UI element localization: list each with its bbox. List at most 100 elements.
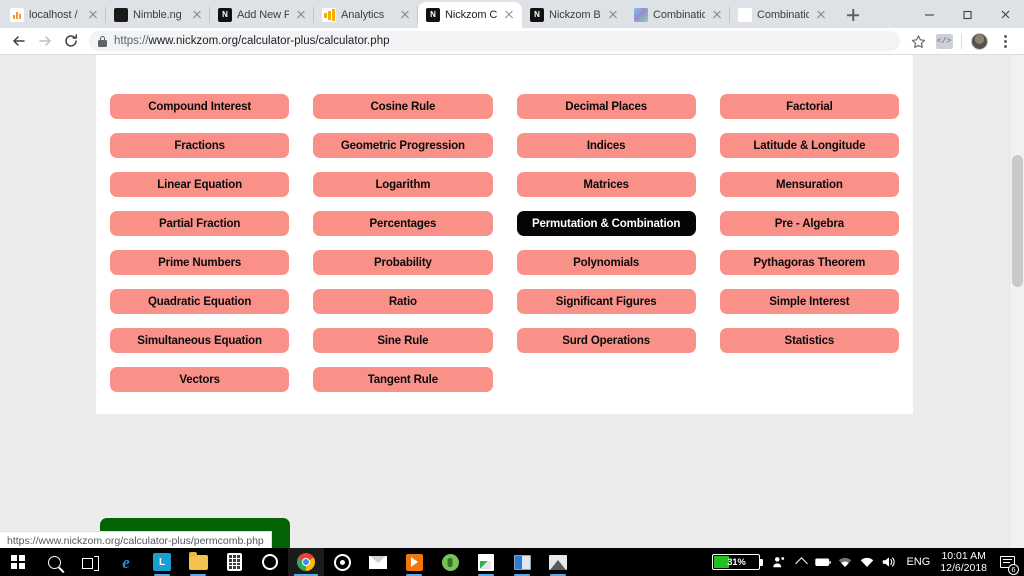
analytics-icon [322,8,336,22]
scrollbar-thumb[interactable] [1012,155,1023,287]
calculator-button[interactable]: Geometric Progression [313,133,493,158]
calculator-button[interactable]: Ratio [313,289,493,314]
calculator-button[interactable]: Statistics [719,328,899,353]
video-player-button[interactable] [396,548,432,576]
spreadsheet-button[interactable] [468,548,504,576]
calculator-button[interactable]: Significant Figures [516,289,696,314]
browser-tab-7[interactable]: W Combination - [730,2,834,28]
new-tab-button[interactable] [840,2,866,28]
tab-title: Nickzom Calcu [445,9,497,21]
calculator-button[interactable]: Mensuration [719,172,899,197]
system-tray: 31% ENG 10:01 AM 12/6/2018 6 [712,548,1024,576]
calculator-button[interactable]: Polynomials [516,250,696,275]
calculator-button[interactable]: Linear Equation [110,172,290,197]
volume-icon[interactable] [878,548,900,576]
close-button[interactable] [986,0,1024,28]
start-button[interactable] [0,548,36,576]
avatar[interactable] [966,28,992,54]
browser-tab-0[interactable]: localhost / mysql [2,2,106,28]
close-tab-icon[interactable] [502,8,516,22]
task-view-button[interactable] [72,548,108,576]
reload-button[interactable] [58,28,84,54]
calculator-button[interactable] [216,548,252,576]
tab-title: Add New Post [237,9,289,21]
mail-button[interactable] [360,548,396,576]
android-studio-button[interactable] [432,548,468,576]
calculator-button[interactable]: Pythagoras Theorem [719,250,899,275]
file-explorer-button[interactable] [180,548,216,576]
notification-center-button[interactable]: 6 [994,548,1020,576]
close-tab-icon[interactable] [710,8,724,22]
calculator-grid-spacer [517,55,696,80]
calculator-grid-spacer [313,55,492,80]
calculator-button[interactable]: Vectors [110,367,290,392]
battery-percentage-label: 31% [727,556,746,568]
calculator-button[interactable]: Indices [516,133,696,158]
star-icon[interactable] [905,28,931,54]
three-dots-menu[interactable] [992,28,1018,54]
devtools-chip-icon[interactable]: </> [931,28,957,54]
calculator-button-active[interactable]: Permutation & Combination [516,211,696,236]
battery-icon[interactable] [812,548,834,576]
calculator-button[interactable]: Matrices [516,172,696,197]
app-l-button[interactable]: L [144,548,180,576]
status-bar-url: https://www.nickzom.org/calculator-plus/… [7,534,264,547]
back-button[interactable] [6,28,32,54]
language-indicator[interactable]: ENG [900,556,936,568]
clock[interactable]: 10:01 AM 12/6/2018 [936,550,994,574]
calculator-button[interactable]: Prime Numbers [110,250,290,275]
close-tab-icon[interactable] [606,8,620,22]
browser-tab-6[interactable]: Combinations [626,2,730,28]
photos-button[interactable] [540,548,576,576]
calculator-button[interactable]: Quadratic Equation [110,289,290,314]
task-view-icon [81,555,99,571]
calculator-button[interactable]: Cosine Rule [313,94,493,119]
calculator-button[interactable]: Pre - Algebra [719,211,899,236]
settings-button[interactable] [252,548,288,576]
close-tab-icon[interactable] [86,8,100,22]
calculator-button[interactable]: Decimal Places [516,94,696,119]
browser-tab-2[interactable]: N Add New Post [210,2,314,28]
page-scrollbar[interactable] [1009,55,1024,549]
maximize-button[interactable] [948,0,986,28]
calculator-button[interactable]: Compound Interest [110,94,290,119]
calculator-button[interactable]: Factorial [719,94,899,119]
browser-tab-3[interactable]: Analytics [314,2,418,28]
close-tab-icon[interactable] [398,8,412,22]
battery-percentage-widget[interactable]: 31% [712,554,764,570]
browser-tab-4-active[interactable]: N Nickzom Calcu [418,2,522,28]
folder-icon [188,551,208,570]
calculator-button[interactable]: Simple Interest [719,289,899,314]
calculator-button[interactable]: Logarithm [313,172,493,197]
wifi-icon[interactable] [834,548,856,576]
browser-tab-1[interactable]: Nimble.ng [106,2,210,28]
chrome-button[interactable] [288,548,324,576]
calculator-button[interactable]: Simultaneous Equation [110,328,290,353]
search-button[interactable] [36,548,72,576]
tab-title: Combinations [653,9,705,21]
address-bar[interactable]: https://www.nickzom.org/calculator-plus/… [89,31,900,51]
calculator-button[interactable]: Percentages [313,211,493,236]
calculator-button[interactable]: Probability [313,250,493,275]
calculator-button[interactable]: Fractions [110,133,290,158]
show-hidden-icons-button[interactable] [790,548,812,576]
ring-icon [333,553,351,571]
network-icon[interactable] [856,548,878,576]
ring-app-button[interactable] [324,548,360,576]
calculator-button[interactable]: Latitude & Longitude [719,133,899,158]
people-icon[interactable] [768,548,790,576]
close-tab-icon[interactable] [190,8,204,22]
minimize-button[interactable] [910,0,948,28]
calculator-button[interactable]: Sine Rule [313,328,493,353]
calculator-button[interactable]: Partial Fraction [110,211,290,236]
browser-tab-5[interactable]: N Nickzom Blog [522,2,626,28]
presentation-button[interactable] [504,548,540,576]
calculator-button[interactable]: Tangent Rule [313,367,493,392]
close-tab-icon[interactable] [814,8,828,22]
edge-button[interactable]: e [108,548,144,576]
mail-icon [369,555,387,569]
wikipedia-icon: W [738,8,752,22]
forward-button[interactable] [32,28,58,54]
close-tab-icon[interactable] [294,8,308,22]
calculator-button[interactable]: Surd Operations [516,328,696,353]
